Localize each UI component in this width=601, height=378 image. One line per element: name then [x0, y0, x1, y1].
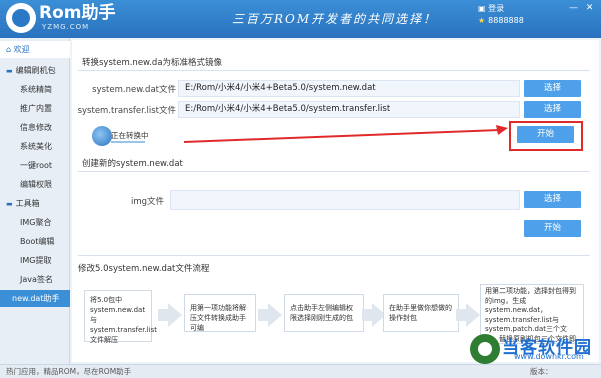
converting-progress	[111, 141, 145, 143]
flow-arrow-icon	[158, 303, 182, 327]
img-file-label: img文件	[130, 197, 164, 207]
start-convert-button[interactable]: 开始	[517, 126, 574, 143]
sidebar-item-java-sign[interactable]: Java签名	[0, 271, 70, 288]
convert-panel-title: 转换system.new.da为标准格式镜像	[82, 58, 223, 68]
watermark-logo-icon	[470, 334, 500, 364]
sidebar-item-info-modify[interactable]: 信息修改	[0, 119, 70, 136]
user-id-value: 8888888	[488, 16, 524, 25]
login-link[interactable]: ▣ 登录	[478, 3, 504, 14]
flow-step-1: 将5.0包中system.new.dat与system.transfer.lis…	[84, 290, 157, 344]
watermark-url: www.downkr.com	[514, 352, 584, 361]
converting-spinner-icon	[92, 126, 112, 146]
create-panel-divider	[78, 171, 590, 172]
sidebar-item-system-slim[interactable]: 系统精简	[0, 81, 70, 98]
flow-panel-top-divider	[78, 255, 590, 256]
flow-arrow-icon	[258, 303, 282, 327]
app-brand-url: YZMG.COM	[42, 23, 90, 31]
sidebar-item-welcome[interactable]: ⌂ 欢迎	[0, 41, 70, 58]
newdat-file-field[interactable]: E:/Rom/小米4/小米4+Beta5.0/system.new.dat	[178, 80, 520, 97]
window-controls: — ✕	[564, 3, 593, 13]
login-label: 登录	[488, 4, 505, 13]
sidebar-item-label: 欢迎	[13, 45, 30, 54]
rom-helper-logo-icon	[6, 3, 36, 33]
sidebar-item-edit-permissions[interactable]: 编辑权限	[0, 176, 70, 193]
status-footer: 热门应用，精品ROM，尽在ROM助手 版本：10.1.1507.04	[0, 364, 601, 378]
newdat-file-label: system.new.dat文件	[92, 85, 176, 95]
main-content: 转换system.new.da为标准格式镜像 system.new.dat文件 …	[72, 40, 599, 362]
app-slogan: 三百万ROM开发者的共同选择！	[232, 12, 438, 26]
sidebar-item-img-merge[interactable]: IMG聚合	[0, 214, 70, 231]
footer-slogan: 热门应用，精品ROM，尽在ROM助手	[6, 367, 132, 376]
annotation-arrow-icon	[183, 125, 508, 143]
sidebar-item-newdat-helper[interactable]: new.dat助手	[0, 290, 70, 307]
start-create-button[interactable]: 开始	[524, 220, 581, 237]
user-id: ★ 8888888	[478, 16, 524, 25]
converting-status: 正在转换中	[111, 131, 149, 140]
footer-version: 版本：10.1.1507.04	[530, 367, 553, 376]
convert-panel-divider	[78, 70, 590, 71]
sidebar-group-toolbox[interactable]: 工具箱	[0, 195, 70, 212]
minimize-button[interactable]: —	[569, 3, 578, 13]
close-button[interactable]: ✕	[586, 3, 594, 13]
transfer-list-label: system.transfer.list文件	[77, 106, 176, 116]
flow-step-4: 在助手里做你想做的操作封包	[383, 294, 459, 332]
img-file-field[interactable]	[170, 190, 520, 210]
select-newdat-button[interactable]: 选择	[524, 80, 581, 97]
app-brand: Rom助手	[39, 3, 116, 23]
app-header: Rom助手 YZMG.COM 三百万ROM开发者的共同选择！ ▣ 登录 ★ 888…	[0, 0, 601, 38]
transfer-list-field[interactable]: E:/Rom/小米4/小米4+Beta5.0/system.transfer.l…	[178, 101, 520, 118]
sidebar-item-system-beautify[interactable]: 系统美化	[0, 138, 70, 155]
sidebar-item-img-extract[interactable]: IMG提取	[0, 252, 70, 269]
sidebar-group-edit-package[interactable]: 编辑刷机包	[0, 62, 70, 79]
sidebar-item-boot-edit[interactable]: Boot编辑	[0, 233, 70, 250]
select-transfer-list-button[interactable]: 选择	[524, 101, 581, 118]
sidebar-item-one-click-root[interactable]: 一键root	[0, 157, 70, 174]
star-icon: ★	[478, 16, 486, 25]
select-img-button[interactable]: 选择	[524, 191, 581, 208]
flow-panel-title: 修改5.0system.new.dat文件流程	[78, 264, 210, 274]
sidebar: ⌂ 欢迎 编辑刷机包 系统精简 推广内置 信息修改 系统美化 一键root 编辑…	[0, 38, 70, 364]
flow-arrow-icon	[456, 303, 480, 327]
flow-step-3: 点击助手左侧编辑权限选择刚刚生成的包	[284, 294, 364, 332]
sidebar-item-promo-builtin[interactable]: 推广内置	[0, 100, 70, 117]
flow-step-2: 用第一项功能将解压文件转换成助手可编	[184, 294, 256, 332]
create-panel-title: 创建新的system.new.dat	[82, 159, 183, 169]
